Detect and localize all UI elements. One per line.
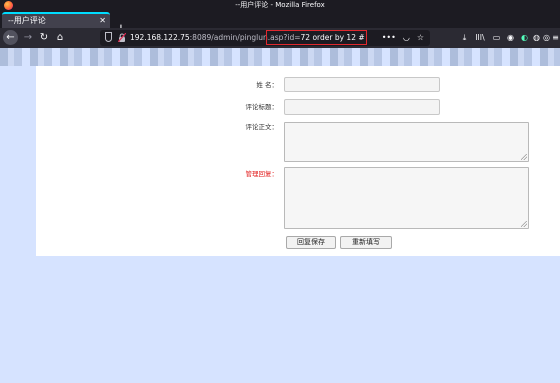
window-title: --用户评论 - Mozilla Firefox (235, 1, 325, 9)
page-content: 姓 名： 评论标题： 评论正文： 管理回复： 回复保存 重新填写 (0, 48, 560, 383)
close-tab-icon[interactable]: ✕ (99, 14, 106, 28)
tab-label: --用户评论 (8, 16, 46, 25)
resize-grip-icon[interactable] (521, 221, 527, 227)
bookmark-star-icon[interactable]: ☆ (417, 30, 424, 46)
home-button[interactable]: ⌂ (53, 30, 67, 46)
reload-button[interactable]: ↻ (37, 30, 51, 46)
menu-icon[interactable]: ≡ (551, 33, 560, 42)
reset-button[interactable]: 重新填写 (340, 236, 392, 249)
name-label: 姓 名： (256, 81, 278, 89)
body-label: 评论正文： (245, 123, 279, 131)
title-label: 评论标题： (245, 103, 279, 111)
url-actions: ••• ◡ ☆ (382, 30, 424, 46)
name-input[interactable] (284, 77, 440, 92)
title-input[interactable] (284, 99, 440, 115)
downloads-icon[interactable]: ⤓ (460, 33, 469, 42)
account-icon[interactable]: ◉ (506, 33, 515, 42)
extension-icon[interactable]: ◍ (532, 33, 541, 42)
tab-strip: --用户评论 ✕ + (0, 11, 560, 37)
body-textarea[interactable] (284, 122, 529, 162)
forward-button[interactable]: → (21, 30, 35, 46)
toggle-extension-icon[interactable]: ◐ (520, 33, 529, 42)
resize-grip-icon[interactable] (521, 154, 527, 160)
page-actions-more-icon[interactable]: ••• (382, 30, 396, 46)
url-highlight-box (266, 30, 367, 45)
back-button[interactable]: ← (3, 30, 18, 45)
blurred-header (0, 48, 560, 66)
pocket-icon[interactable]: ◡ (403, 30, 410, 46)
save-reply-button[interactable]: 回复保存 (286, 236, 336, 249)
tracking-protection-shield-icon[interactable] (105, 32, 112, 42)
window-titlebar: --用户评论 - Mozilla Firefox (0, 0, 560, 11)
reply-label: 管理回复： (245, 170, 279, 178)
insecure-lock-icon[interactable] (118, 33, 126, 42)
tab-active[interactable]: --用户评论 ✕ (2, 12, 110, 28)
toolbar-right: ⤓ lll\ ▭ ◉ ◐ ◍ ◎ ≡ (458, 28, 560, 48)
url-host: 192.168.122.75 (130, 33, 190, 42)
library-icon[interactable]: lll\ (474, 33, 486, 42)
url-bar[interactable]: 192.168.122.75:8089/admin/pinglun.asp?id… (100, 30, 430, 46)
extension-2-icon[interactable]: ◎ (542, 33, 551, 42)
sidebar-icon[interactable]: ▭ (492, 33, 501, 42)
reply-textarea[interactable] (284, 167, 529, 229)
comment-form-panel: 姓 名： 评论标题： 评论正文： 管理回复： 回复保存 重新填写 (36, 66, 560, 256)
